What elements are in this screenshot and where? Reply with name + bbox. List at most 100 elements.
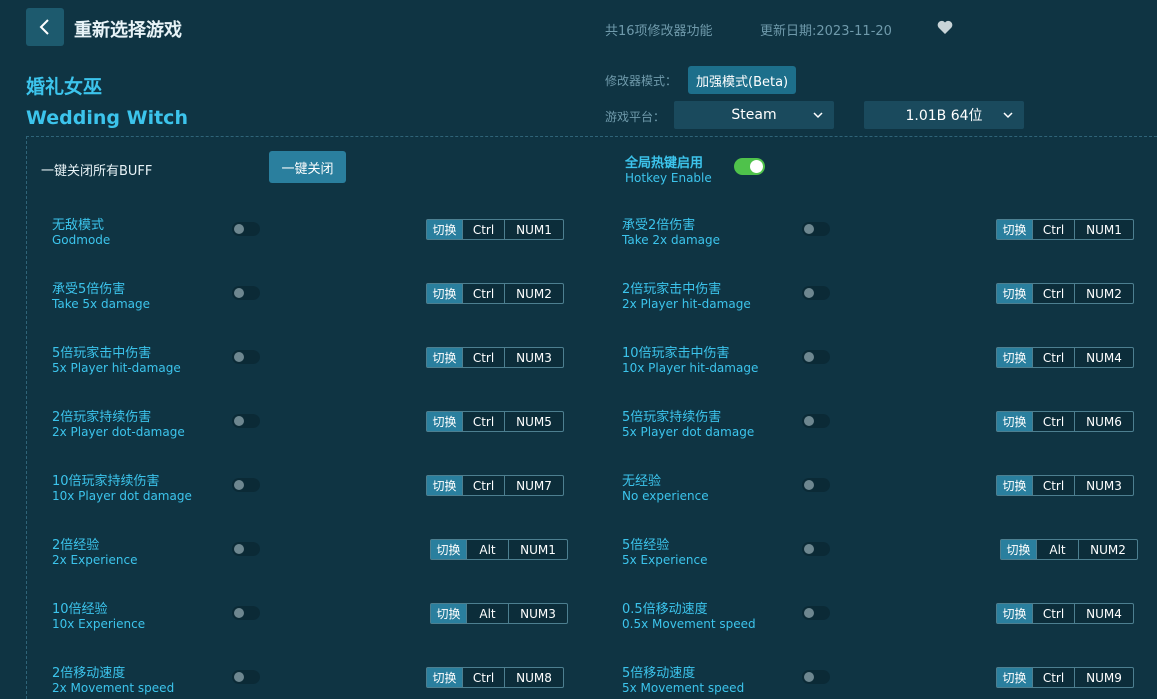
feature-name-cn: 2倍移动速度 — [52, 666, 126, 681]
modifier-key[interactable]: Ctrl — [462, 348, 504, 367]
version-select[interactable]: 1.01B 64位 — [864, 101, 1024, 129]
modifier-key[interactable]: Ctrl — [1032, 604, 1074, 623]
hotkey-toggle[interactable] — [734, 158, 765, 175]
main-key[interactable]: NUM4 — [1074, 348, 1133, 367]
hotkey-combo[interactable]: 切换 Ctrl NUM2 — [996, 283, 1134, 304]
switch-tag[interactable]: 切换 — [431, 604, 466, 623]
switch-tag[interactable]: 切换 — [997, 604, 1032, 623]
feature-toggle[interactable] — [802, 670, 830, 684]
switch-tag[interactable]: 切换 — [997, 220, 1032, 239]
feature-toggle[interactable] — [232, 414, 260, 428]
feature-name-en: Take 2x damage — [622, 233, 720, 247]
feature-name-en: 10x Player dot damage — [52, 489, 192, 503]
toggle-knob — [804, 480, 814, 490]
switch-tag[interactable]: 切换 — [427, 668, 462, 687]
feature-toggle[interactable] — [232, 542, 260, 556]
modifier-key[interactable]: Alt — [1036, 540, 1078, 559]
hotkey-combo[interactable]: 切换 Ctrl NUM2 — [426, 283, 564, 304]
hotkey-combo[interactable]: 切换 Ctrl NUM1 — [426, 219, 564, 240]
modifier-key[interactable]: Ctrl — [1032, 476, 1074, 495]
main-key[interactable]: NUM8 — [504, 668, 563, 687]
switch-tag[interactable]: 切换 — [427, 220, 462, 239]
toggle-knob — [804, 544, 814, 554]
main-key[interactable]: NUM7 — [504, 476, 563, 495]
feature-toggle[interactable] — [802, 286, 830, 300]
hotkey-combo[interactable]: 切换 Ctrl NUM5 — [426, 411, 564, 432]
feature-toggle[interactable] — [232, 350, 260, 364]
main-key[interactable]: NUM2 — [1074, 284, 1133, 303]
modifier-key[interactable]: Alt — [466, 540, 508, 559]
main-key[interactable]: NUM6 — [1074, 412, 1133, 431]
main-key[interactable]: NUM1 — [504, 220, 563, 239]
hotkey-combo[interactable]: 切换 Ctrl NUM4 — [996, 603, 1134, 624]
feature-toggle[interactable] — [232, 606, 260, 620]
feature-toggle[interactable] — [802, 414, 830, 428]
modifier-key[interactable]: Ctrl — [462, 220, 504, 239]
toggle-knob — [234, 224, 244, 234]
switch-tag[interactable]: 切换 — [431, 540, 466, 559]
switch-tag[interactable]: 切换 — [997, 348, 1032, 367]
modifier-key[interactable]: Ctrl — [1032, 668, 1074, 687]
modifier-key[interactable]: Ctrl — [1032, 412, 1074, 431]
hotkey-combo[interactable]: 切换 Alt NUM2 — [1000, 539, 1138, 560]
main-key[interactable]: NUM1 — [508, 540, 567, 559]
modifier-key[interactable]: Ctrl — [462, 476, 504, 495]
toggle-knob — [234, 608, 244, 618]
feature-toggle[interactable] — [232, 670, 260, 684]
heart-icon[interactable] — [936, 18, 954, 36]
feature-name-cn: 2倍玩家持续伤害 — [52, 410, 152, 425]
switch-tag[interactable]: 切换 — [997, 476, 1032, 495]
switch-tag[interactable]: 切换 — [997, 668, 1032, 687]
main-key[interactable]: NUM2 — [504, 284, 563, 303]
hotkey-combo[interactable]: 切换 Ctrl NUM9 — [996, 667, 1134, 688]
hotkey-combo[interactable]: 切换 Ctrl NUM7 — [426, 475, 564, 496]
hotkey-combo[interactable]: 切换 Ctrl NUM4 — [996, 347, 1134, 368]
main-key[interactable]: NUM5 — [504, 412, 563, 431]
hotkey-combo[interactable]: 切换 Ctrl NUM8 — [426, 667, 564, 688]
switch-tag[interactable]: 切换 — [427, 412, 462, 431]
feature-toggle[interactable] — [802, 478, 830, 492]
main-key[interactable]: NUM4 — [1074, 604, 1133, 623]
switch-tag[interactable]: 切换 — [997, 284, 1032, 303]
switch-tag[interactable]: 切换 — [997, 412, 1032, 431]
game-title-cn: 婚礼女巫 — [26, 76, 103, 98]
modifier-key[interactable]: Ctrl — [1032, 284, 1074, 303]
hotkey-combo[interactable]: 切换 Ctrl NUM3 — [996, 475, 1134, 496]
feature-name-cn: 2倍玩家击中伤害 — [622, 282, 722, 297]
modifier-key[interactable]: Ctrl — [1032, 220, 1074, 239]
modifier-key[interactable]: Ctrl — [462, 412, 504, 431]
feature-toggle[interactable] — [232, 222, 260, 236]
feature-count: 共16项修改器功能 — [605, 24, 713, 39]
switch-tag[interactable]: 切换 — [1001, 540, 1036, 559]
platform-select[interactable]: Steam — [674, 101, 834, 129]
hotkey-combo[interactable]: 切换 Alt NUM1 — [430, 539, 568, 560]
main-key[interactable]: NUM3 — [504, 348, 563, 367]
main-key[interactable]: NUM9 — [1074, 668, 1133, 687]
modifier-key[interactable]: Ctrl — [462, 284, 504, 303]
main-key[interactable]: NUM2 — [1078, 540, 1137, 559]
feature-toggle[interactable] — [232, 286, 260, 300]
feature-toggle[interactable] — [802, 542, 830, 556]
main-key[interactable]: NUM3 — [508, 604, 567, 623]
chevron-down-icon — [1003, 112, 1013, 119]
hotkey-combo[interactable]: 切换 Ctrl NUM6 — [996, 411, 1134, 432]
switch-tag[interactable]: 切换 — [427, 348, 462, 367]
feature-toggle[interactable] — [802, 222, 830, 236]
main-key[interactable]: NUM1 — [1074, 220, 1133, 239]
close-all-buff-button[interactable]: 一键关闭 — [269, 151, 346, 183]
feature-toggle[interactable] — [802, 350, 830, 364]
feature-toggle[interactable] — [232, 478, 260, 492]
modifier-key[interactable]: Ctrl — [1032, 348, 1074, 367]
modifier-key[interactable]: Ctrl — [462, 668, 504, 687]
hotkey-combo[interactable]: 切换 Alt NUM3 — [430, 603, 568, 624]
feature-toggle[interactable] — [802, 606, 830, 620]
switch-tag[interactable]: 切换 — [427, 476, 462, 495]
hotkey-combo[interactable]: 切换 Ctrl NUM3 — [426, 347, 564, 368]
switch-tag[interactable]: 切换 — [427, 284, 462, 303]
modifier-key[interactable]: Alt — [466, 604, 508, 623]
main-key[interactable]: NUM3 — [1074, 476, 1133, 495]
back-button[interactable] — [26, 8, 64, 46]
hotkey-combo[interactable]: 切换 Ctrl NUM1 — [996, 219, 1134, 240]
mode-badge[interactable]: 加强模式(Beta) — [688, 66, 797, 94]
chevron-left-icon — [39, 19, 49, 35]
